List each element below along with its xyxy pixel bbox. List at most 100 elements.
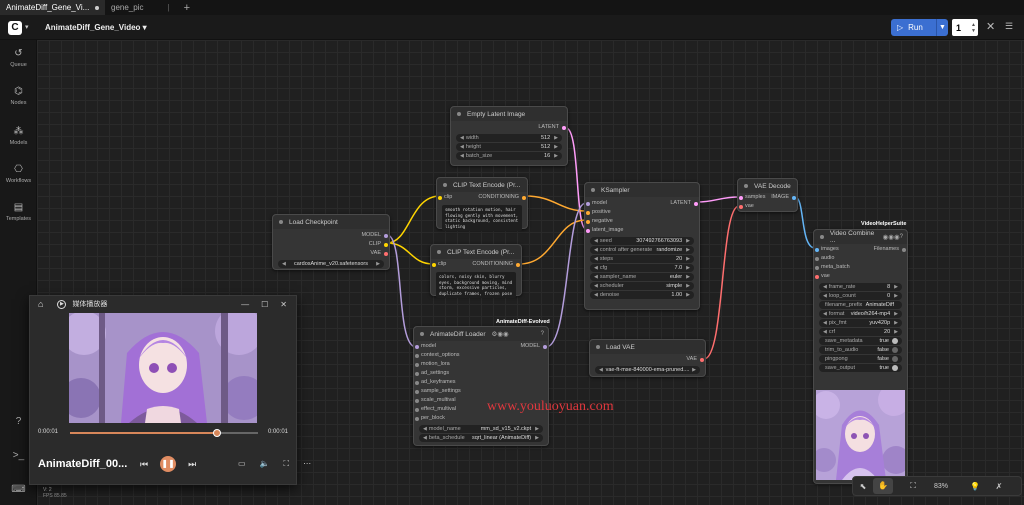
node-output-vae[interactable]: VAE — [273, 250, 389, 259]
arrow-right-icon[interactable]: ▶ — [894, 329, 898, 335]
prompt-textarea[interactable]: smooth rotation motion, hair flowing gen… — [442, 205, 522, 231]
input-pin[interactable] — [586, 211, 590, 215]
output-pin[interactable] — [543, 345, 547, 349]
toggle[interactable]: true — [880, 365, 898, 371]
arrow-right-icon[interactable]: ▶ — [686, 274, 690, 280]
ckpt-name-widget[interactable]: ◀ cardosAnime_v20.safetensors ▶ — [278, 260, 384, 268]
node-title[interactable]: VAE Decode — [738, 179, 797, 193]
arrow-right-icon[interactable]: ▶ — [894, 311, 898, 317]
arrow-right-icon[interactable]: ▶ — [554, 144, 558, 150]
arrow-right-icon[interactable]: ▶ — [686, 247, 690, 253]
crf-widget[interactable]: ◀ crf 20 ▶ — [819, 328, 902, 336]
save-metadata-toggle[interactable]: save_metadata true — [819, 337, 902, 345]
output-pin[interactable] — [522, 196, 526, 200]
input-pin[interactable] — [586, 202, 590, 206]
new-tab-plus-icon[interactable]: + — [176, 2, 198, 14]
node-input[interactable]: sample_settings — [414, 388, 548, 397]
input-pin[interactable] — [415, 363, 419, 367]
toggle[interactable]: false — [877, 356, 898, 362]
arrow-left-icon[interactable]: ◀ — [460, 135, 464, 141]
node-input[interactable]: motion_lora — [414, 361, 548, 370]
node-title[interactable]: CLIP Text Encode (Pr... — [431, 245, 521, 259]
minimize-icon[interactable]: — — [241, 300, 249, 309]
node-input-negative[interactable]: negative — [585, 218, 699, 227]
input-pin[interactable] — [438, 196, 442, 200]
sidebar-item-models[interactable]: ⁂ Models — [0, 126, 37, 146]
node-input[interactable]: meta_batch — [814, 264, 907, 273]
menu-icon[interactable]: ☰ — [1005, 21, 1013, 32]
prompt-textarea[interactable]: colors, noisy skin, blurry eyes, backgro… — [436, 272, 516, 298]
player-titlebar[interactable]: ⌂ ▶ 媒体播放器 — ☐ ✕ — [30, 296, 296, 312]
scheduler-widget[interactable]: ◀ scheduler simple ▶ — [590, 282, 694, 290]
sampler-name-widget[interactable]: ◀ sampler_name euler ▶ — [590, 273, 694, 281]
input-pin[interactable] — [586, 229, 590, 233]
node-animatediff-loader[interactable]: AnimateDiff Loader ⚙◉◉? model MODEL contex… — [413, 326, 549, 446]
output-pin[interactable] — [700, 358, 704, 362]
input-pin[interactable] — [815, 257, 819, 261]
pingpong-toggle[interactable]: pingpong false — [819, 355, 902, 363]
node-output-vae[interactable]: VAE — [590, 356, 705, 365]
node-io-row[interactable]: clip CONDITIONING — [431, 261, 521, 270]
input-pin[interactable] — [415, 408, 419, 412]
node-io-row[interactable]: model LATENT — [585, 200, 699, 209]
media-player-window[interactable]: ⌂ ▶ 媒体播放器 — ☐ ✕ 0:00:01 0:00:01 AnimateD… — [29, 295, 311, 485]
node-input[interactable]: ad_settings — [414, 370, 548, 379]
output-pin[interactable] — [516, 263, 520, 267]
collapse-dot-icon[interactable] — [279, 220, 283, 224]
format-widget[interactable]: ◀ format video/h264-mp4 ▶ — [819, 310, 902, 318]
video-preview-image[interactable] — [816, 390, 905, 480]
arrow-right-icon[interactable]: ▶ — [686, 265, 690, 271]
node-load-checkpoint[interactable]: Load Checkpoint MODEL CLIP VAE ◀ cardosAn… — [272, 214, 390, 270]
node-input[interactable]: ad_keyframes — [414, 379, 548, 388]
frame-rate-widget[interactable]: ◀ frame_rate 8 ▶ — [819, 283, 902, 291]
arrow-left-icon[interactable]: ◀ — [823, 329, 827, 335]
collapse-dot-icon[interactable] — [420, 332, 424, 336]
run-options-chevron-icon[interactable]: ▼ — [936, 19, 948, 36]
comfy-logo-icon[interactable]: C — [8, 21, 22, 35]
input-pin[interactable] — [415, 417, 419, 421]
node-title[interactable]: Video Combine ... ◉◉◉? — [814, 230, 907, 244]
node-title[interactable]: AnimateDiff Loader ⚙◉◉? — [414, 327, 548, 341]
tab-animatediff[interactable]: AnimateDiff_Gene_Vi... — [0, 0, 105, 15]
sidebar-item-queue[interactable]: ↺ Queue — [0, 48, 37, 68]
fit-view-icon[interactable]: ⛶ — [903, 481, 923, 491]
node-title[interactable]: CLIP Text Encode (Pr... — [437, 178, 527, 192]
arrow-left-icon[interactable]: ◀ — [823, 293, 827, 299]
output-pin[interactable] — [792, 196, 796, 200]
vae-name-widget[interactable]: ◀ vae-ft-mse-840000-ema-pruned.... ▶ — [595, 366, 700, 374]
node-empty-latent-image[interactable]: Empty Latent Image LATENT ◀ width 512 ▶ ◀ he… — [450, 106, 568, 166]
arrow-left-icon[interactable]: ◀ — [282, 261, 286, 267]
run-count-stepper[interactable]: 1 ▲ ▼ — [952, 19, 978, 36]
arrow-left-icon[interactable]: ◀ — [594, 238, 598, 244]
pause-button[interactable]: ❚❚ — [160, 456, 177, 472]
node-input-vae[interactable]: vae — [738, 203, 797, 212]
subtitles-icon[interactable]: ▭ — [238, 459, 246, 469]
arrow-left-icon[interactable]: ◀ — [823, 320, 827, 326]
input-pin[interactable] — [586, 220, 590, 224]
keyboard-icon[interactable]: ⌨ — [0, 484, 37, 495]
arrow-right-icon[interactable]: ▶ — [894, 320, 898, 326]
next-icon[interactable]: ⏭ — [188, 459, 196, 470]
arrow-right-icon[interactable]: ▶ — [535, 435, 539, 441]
output-pin[interactable] — [694, 202, 698, 206]
arrow-left-icon[interactable]: ◀ — [823, 284, 827, 290]
node-load-vae[interactable]: Load VAE VAE ◀ vae-ft-mse-840000-ema-prun… — [589, 339, 706, 377]
maximize-icon[interactable]: ☐ — [261, 300, 268, 309]
hand-pan-icon[interactable]: ✋ — [873, 478, 893, 494]
tab-gene-pic[interactable]: gene_pic | — [105, 0, 176, 15]
collapse-dot-icon[interactable] — [443, 183, 447, 187]
arrow-left-icon[interactable]: ◀ — [594, 247, 598, 253]
sidebar-item-workflows[interactable]: ⎔ Workflows — [0, 164, 37, 184]
node-title[interactable]: Load VAE — [590, 340, 705, 354]
collapse-dot-icon[interactable] — [744, 184, 748, 188]
input-pin[interactable] — [415, 372, 419, 376]
arrow-left-icon[interactable]: ◀ — [460, 153, 464, 159]
model-name-widget[interactable]: ◀ model_name mm_sd_v15_v2.ckpt ▶ — [419, 425, 543, 433]
help-icon[interactable]: ? — [541, 331, 544, 337]
sidebar-item-nodes[interactable]: ⌬ Nodes — [0, 86, 37, 106]
arrow-right-icon[interactable]: ▶ — [692, 367, 696, 373]
link-visibility-icon[interactable]: ✗ — [989, 482, 1009, 491]
arrow-left-icon[interactable]: ◀ — [823, 311, 827, 317]
steps-widget[interactable]: ◀ steps 20 ▶ — [590, 255, 694, 263]
node-input-positive[interactable]: positive — [585, 209, 699, 218]
